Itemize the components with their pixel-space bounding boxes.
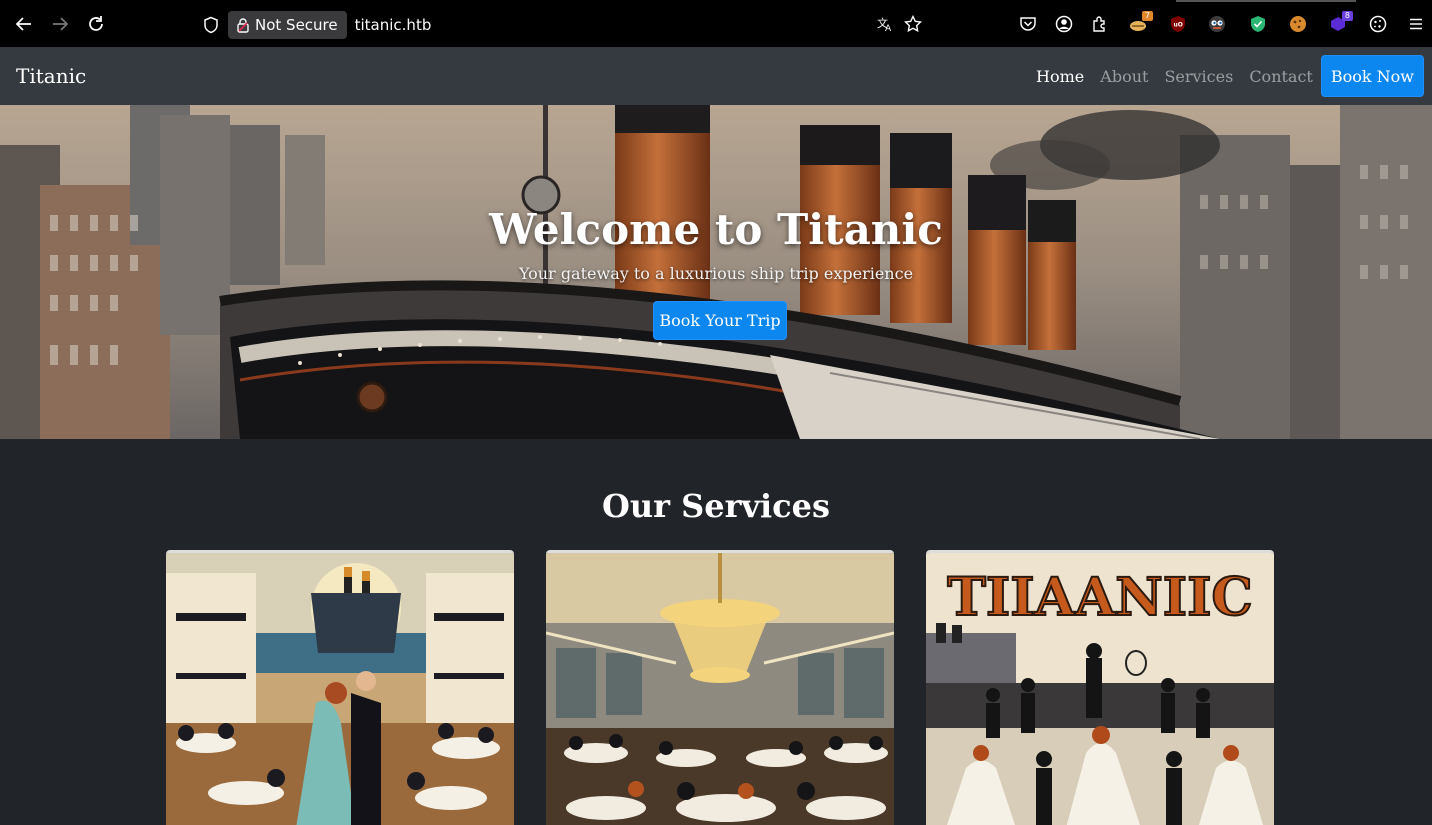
extension-shield-icon[interactable] (1248, 14, 1268, 34)
extension-purple-badge: 8 (1341, 11, 1353, 21)
browser-toolbar: Not Secure titanic.htb 文A 7 uO 8 (0, 0, 1432, 47)
reload-icon[interactable] (84, 12, 108, 36)
svg-text:A: A (885, 24, 892, 33)
hero-section: Welcome to Titanic Your gateway to a lux… (0, 105, 1432, 439)
ballroom-dancing-image (166, 553, 514, 825)
navbar-links: Home About Services Contact Book Now (1020, 55, 1424, 97)
navbar-brand[interactable]: Titanic (16, 64, 86, 88)
nav-link-about[interactable]: About (1100, 67, 1148, 86)
extension-purple-icon[interactable]: 8 (1328, 11, 1353, 34)
shield-icon[interactable] (200, 14, 222, 36)
nav-link-home[interactable]: Home (1036, 67, 1084, 86)
service-card-entertainment[interactable]: TIIAANIIC (926, 550, 1274, 825)
services-heading: Our Services (601, 487, 831, 525)
extension-1-badge: 7 (1141, 11, 1153, 21)
site-navbar: Titanic Home About Services Contact Book… (0, 47, 1432, 105)
extensions-icon[interactable] (1090, 14, 1110, 34)
forward-arrow-icon[interactable] (48, 12, 72, 36)
nav-link-services[interactable]: Services (1164, 67, 1233, 86)
pocket-icon[interactable] (1018, 14, 1038, 34)
service-card-dining[interactable] (546, 550, 894, 825)
hero-title: Welcome to Titanic (489, 205, 943, 254)
chandelier-dining-hall-image (546, 553, 894, 825)
star-icon[interactable] (903, 14, 923, 34)
service-card-ballroom[interactable] (166, 550, 514, 825)
titanic-poster-image: TIIAANIIC (926, 553, 1274, 825)
book-now-button[interactable]: Book Now (1320, 55, 1424, 97)
extension-eyes-icon[interactable] (1207, 14, 1227, 34)
account-icon[interactable] (1054, 14, 1074, 34)
svg-text:uO: uO (1174, 22, 1183, 29)
tab-strip-edge (1176, 0, 1356, 2)
menu-icon[interactable] (1406, 14, 1426, 34)
extension-cookie-icon[interactable] (1288, 14, 1308, 34)
hero-subtitle: Your gateway to a luxurious ship trip ex… (518, 264, 914, 283)
not-secure-label: Not Secure (255, 16, 338, 34)
extension-1-icon[interactable]: 7 (1128, 11, 1153, 34)
poster-title-text: TIIAANIIC (947, 567, 1253, 628)
cookie-icon[interactable] (1368, 14, 1388, 34)
nav-link-contact[interactable]: Contact (1249, 67, 1313, 86)
lock-icon (237, 18, 249, 33)
translate-icon[interactable]: 文A (875, 14, 895, 34)
not-secure-indicator[interactable]: Not Secure (228, 11, 347, 39)
url-text[interactable]: titanic.htb (355, 16, 432, 34)
back-arrow-icon[interactable] (12, 12, 36, 36)
address-bar[interactable]: Not Secure titanic.htb (200, 11, 431, 39)
ublock-icon[interactable]: uO (1168, 14, 1188, 34)
book-your-trip-button[interactable]: Book Your Trip (653, 301, 787, 340)
